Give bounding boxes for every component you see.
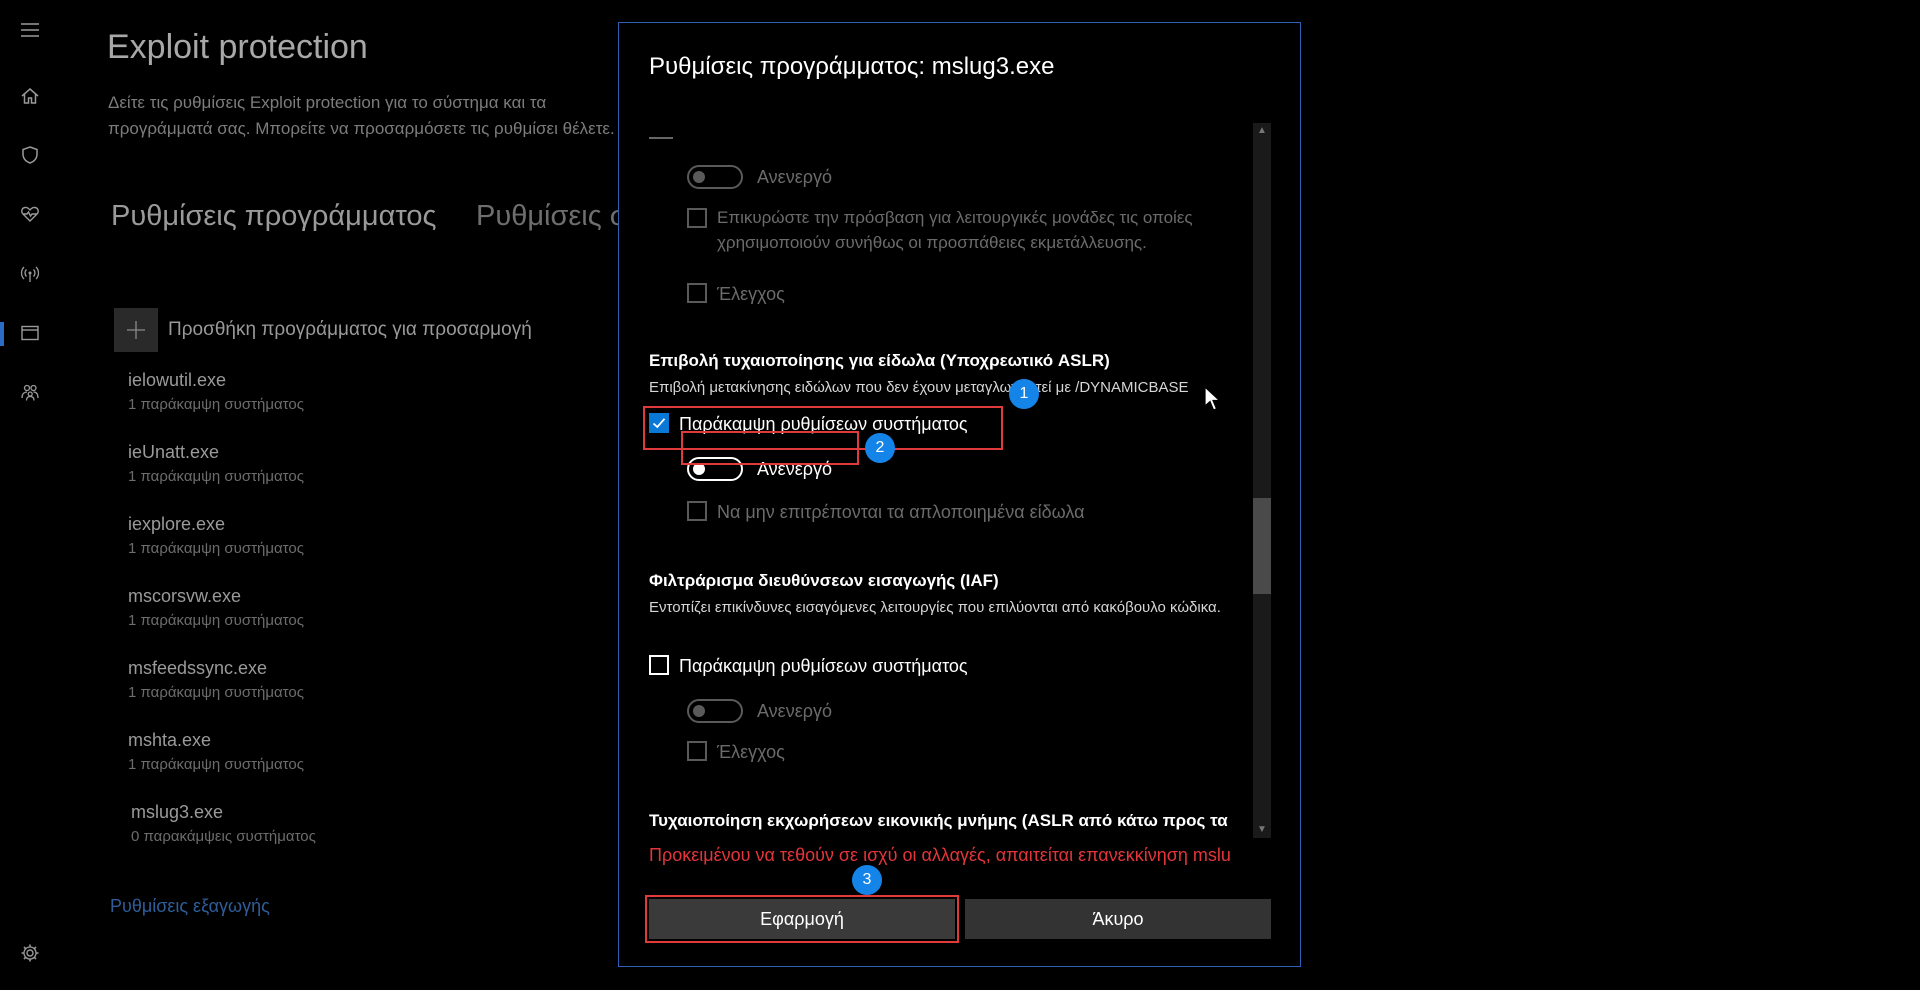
dialog-scrollbar[interactable]: ▲ ▼	[1253, 123, 1271, 838]
program-override-count: 0 παρακάμψεις συστήματος	[131, 828, 316, 845]
restart-warning: Προκειμένου να τεθούν σε ισχύ οι αλλαγές…	[649, 845, 1231, 865]
toggle-label: Ανενεργό	[757, 166, 832, 187]
divider	[649, 137, 673, 139]
program-override-count: 1 παράκαμψη συστήματος	[128, 396, 304, 413]
iaf-toggle[interactable]: Ανενεργό	[687, 699, 832, 723]
program-override-count: 1 παράκαμψη συστήματος	[128, 612, 304, 629]
add-program-label: Προσθήκη προγράμματος για προσαρμογή	[168, 319, 532, 340]
checkbox-label: Έλεγχος	[717, 742, 785, 762]
export-settings-link[interactable]: Ρυθμίσεις εξαγωγής	[110, 896, 270, 917]
cancel-button[interactable]: Άκυρο	[965, 899, 1271, 939]
checkbox-label: Παράκαμψη ρυθμίσεων συστήματος	[679, 656, 968, 676]
aslr-section-description: Επιβολή μετακίνησης ειδώλων που δεν έχου…	[649, 379, 1189, 396]
program-item[interactable]: mslug3.exe 0 παρακάμψεις συστήματος	[131, 802, 431, 845]
checkbox-label: Έλεγχος	[717, 284, 785, 304]
checkbox-checked[interactable]	[649, 413, 669, 433]
aslr-section-title: Επιβολή τυχαιοποίησης για είδωλα (Υποχρε…	[649, 351, 1110, 370]
annotation-badge-1: 1	[1009, 379, 1039, 409]
program-name: ieUnatt.exe	[128, 442, 220, 462]
page-description: Δείτε τις ρυθμίσεις Exploit protection γ…	[108, 93, 615, 138]
checkbox-label: Να μην επιτρέπονται τα απλοποιημένα είδω…	[717, 502, 1085, 522]
annotation-badge-3: 3	[852, 865, 882, 895]
top-audit-checkbox[interactable]: Έλεγχος	[687, 283, 785, 305]
iaf-section-description: Εντοπίζει επικίνδυνες εισαγόμενες λειτου…	[649, 599, 1221, 616]
toggle-switch[interactable]	[687, 457, 743, 481]
bottom-up-aslr-section-title: Τυχαιοποίηση εκχωρήσεων εικονικής μνήμης…	[649, 811, 1228, 830]
program-item[interactable]: iexplore.exe 1 παράκαμψη συστήματος	[128, 514, 428, 557]
scroll-down-icon[interactable]: ▼	[1253, 822, 1271, 838]
checkbox[interactable]	[649, 655, 669, 675]
apply-button[interactable]: Εφαρμογή	[649, 899, 955, 939]
program-item[interactable]: mshta.exe 1 παράκαμψη συστήματος	[128, 730, 428, 773]
program-name: ielowutil.exe	[128, 370, 227, 390]
checkmark-icon	[652, 418, 666, 429]
dialog-scroll-area[interactable]: Ανενεργό Επικυρώστε την πρόσβαση για λει…	[649, 113, 1269, 833]
tab-system-settings[interactable]: Ρυθμίσεις σ	[476, 200, 628, 233]
checkbox[interactable]	[687, 283, 707, 303]
stripped-images-checkbox[interactable]: Να μην επιτρέπονται τα απλοποιημένα είδω…	[687, 501, 1085, 523]
dialog-title: Ρυθμίσεις προγράμματος: mslug3.exe	[649, 53, 1055, 80]
checkbox[interactable]	[687, 741, 707, 761]
program-name: msfeedssync.exe	[128, 658, 268, 678]
program-item[interactable]: ielowutil.exe 1 παράκαμψη συστήματος	[128, 370, 428, 413]
program-settings-dialog: Ρυθμίσεις προγράμματος: mslug3.exe Ανενε…	[618, 22, 1301, 967]
program-override-count: 1 παράκαμψη συστήματος	[128, 468, 304, 485]
checkbox[interactable]	[687, 501, 707, 521]
toggle-switch[interactable]	[687, 699, 743, 723]
annotation-badge-2: 2	[865, 433, 895, 463]
add-program-button[interactable]: Προσθήκη προγράμματος για προσαρμογή	[114, 308, 532, 352]
scrollbar-thumb[interactable]	[1253, 498, 1271, 594]
page-title: Exploit protection	[107, 28, 368, 66]
program-name: iexplore.exe	[128, 514, 226, 534]
program-item[interactable]: msfeedssync.exe 1 παράκαμψη συστήματος	[128, 658, 428, 701]
iaf-override-checkbox[interactable]: Παράκαμψη ρυθμίσεων συστήματος	[649, 655, 968, 677]
scroll-up-icon[interactable]: ▲	[1253, 123, 1271, 139]
aslr-override-checkbox[interactable]: Παράκαμψη ρυθμίσεων συστήματος	[649, 413, 968, 435]
program-name: mslug3.exe	[131, 802, 224, 822]
checkbox[interactable]	[687, 208, 707, 228]
program-override-count: 1 παράκαμψη συστήματος	[128, 756, 304, 773]
toggle-switch[interactable]	[687, 165, 743, 189]
program-item[interactable]: mscorsvw.exe 1 παράκαμψη συστήματος	[128, 586, 428, 629]
iaf-section-title: Φιλτράρισμα διευθύνσεων εισαγωγής (IAF)	[649, 571, 999, 590]
checkbox-label: Επικυρώστε την πρόσβαση για λειτουργικές…	[717, 208, 1193, 252]
program-item[interactable]: ieUnatt.exe 1 παράκαμψη συστήματος	[128, 442, 428, 485]
validate-modules-checkbox[interactable]: Επικυρώστε την πρόσβαση για λειτουργικές…	[687, 208, 1197, 255]
tab-program-settings[interactable]: Ρυθμίσεις προγράμματος	[111, 200, 437, 233]
mouse-cursor-icon	[1204, 386, 1222, 411]
iaf-audit-checkbox[interactable]: Έλεγχος	[687, 741, 785, 763]
top-section-toggle[interactable]: Ανενεργό	[687, 165, 832, 189]
toggle-label: Ανενεργό	[757, 700, 832, 721]
aslr-toggle[interactable]: Ανενεργό	[687, 457, 832, 481]
plus-icon	[114, 308, 158, 352]
program-override-count: 1 παράκαμψη συστήματος	[128, 540, 304, 557]
program-override-count: 1 παράκαμψη συστήματος	[128, 684, 304, 701]
toggle-label: Ανενεργό	[757, 458, 832, 479]
program-name: mscorsvw.exe	[128, 586, 242, 606]
checkbox-label: Παράκαμψη ρυθμίσεων συστήματος	[679, 414, 968, 434]
program-name: mshta.exe	[128, 730, 212, 750]
